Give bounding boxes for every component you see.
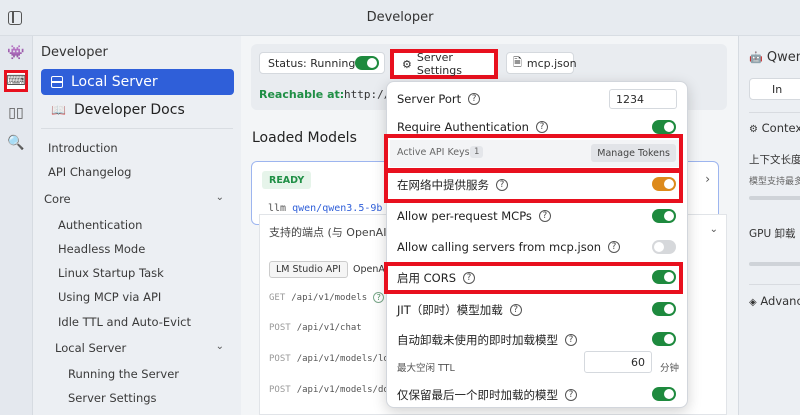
search-models-icon[interactable]: 🔍 [4,132,28,154]
section-label: Core [44,192,71,206]
docs-link-idle-ttl[interactable]: Idle TTL and Auto-Evict [58,315,191,329]
loaded-models-heading: Loaded Models [252,130,357,146]
model-prefix: llm [268,203,287,214]
model-identifier: llm qwen/qwen3.5-9b [268,203,382,214]
section-label: Local Server [55,341,127,355]
jit-loading-toggle[interactable] [652,302,676,316]
endpoint-row: GET/api/v1/models? [269,292,385,303]
model-info-tab[interactable]: In [749,78,800,100]
developer-sidebar: Developer Local Server 📖 Developer Docs … [33,36,241,415]
status-toggle-pill[interactable]: Status: Running [259,52,385,74]
calling-servers-row: Allow calling servers from mcp.json? [397,240,621,254]
highlight-cors [384,262,683,294]
chevron-right-icon[interactable]: › [705,172,710,186]
sidebar-item-local-server[interactable]: Local Server [41,69,234,95]
chat-robot-icon[interactable]: 👾 [4,42,28,64]
docs-section-local-server[interactable]: Local Server ⌄ [55,341,234,355]
model-name: qwen/qwen3.5-9b [292,203,383,214]
highlight-api-keys [384,134,683,172]
docs-link-using-mcp-via-api[interactable]: Using MCP via API [58,290,161,304]
divider [749,284,800,285]
docs-section-core[interactable]: Core ⌄ [44,192,234,206]
chevron-down-icon: ⌄ [215,341,224,352]
button-label: mcp.json [526,56,577,70]
chevron-down-icon: ⌄ [215,192,224,203]
title-bar: Developer [0,0,800,36]
layers-icon: ◈ [749,297,757,308]
auto-unload-row: 自动卸载未使用的即时加载模型? [397,332,577,348]
server-settings-popup: Server Port? 1234 Require Authentication… [384,81,688,408]
endpoints-heading: 支持的端点 (与 OpenAI 兼 [269,226,401,239]
context-heading[interactable]: ⚙ Context [749,121,800,135]
docs-link-introduction[interactable]: Introduction [48,141,118,155]
icon-rail: 👾 ⌨ ▯▯ 🔍 [0,36,33,415]
sidebar-item-label: Developer Docs [73,102,185,118]
highlight-serve-network [384,169,683,203]
endpoint-row: POST/api/v1/chat [269,323,362,333]
tab-lm-studio-api[interactable]: LM Studio API [269,261,348,278]
help-icon[interactable]: ? [608,241,621,253]
docs-link-running-the-server[interactable]: Running the Server [68,367,179,381]
help-icon[interactable]: ? [468,93,481,105]
server-port-row: Server Port? [397,92,481,106]
model-status-badge: READY [262,171,312,189]
window-title: Developer [366,10,434,25]
docs-link-api-changelog[interactable]: API Changelog [48,165,131,179]
models-icon[interactable]: ▯▯ [4,102,28,124]
help-icon[interactable]: ? [373,292,385,303]
require-auth-toggle[interactable] [652,120,676,134]
reachable-label: Reachable at: [259,88,345,101]
require-auth-row: Require Authentication? [397,120,548,134]
sidebar-item-label: Local Server [71,74,158,90]
server-icon [51,76,63,88]
gpu-offload-slider[interactable] [749,262,800,266]
model-info-panel: 🤖 Qwen In ⚙ Context 上下文长度 模型支持最多 GPU 卸载 … [738,36,800,415]
docs-link-headless-mode[interactable]: Headless Mode [58,242,145,256]
robot-icon: 🤖 [749,51,763,64]
help-icon[interactable]: ? [538,210,551,222]
help-icon[interactable]: ? [535,121,548,133]
sidebar-heading: Developer [41,45,108,60]
idle-ttl-input[interactable]: 60 [584,351,652,373]
context-length-note: 模型支持最多 [749,177,800,187]
advanced-heading[interactable]: ◈ Advanced [749,294,800,308]
auto-unload-toggle[interactable] [652,332,676,346]
per-request-mcps-toggle[interactable] [652,209,676,223]
mcp-json-button[interactable]: 🗎 mcp.json [506,52,577,74]
docs-link-authentication[interactable]: Authentication [58,218,142,232]
context-length-slider[interactable] [749,196,800,200]
per-request-mcps-row: Allow per-request MCPs? [397,209,551,223]
help-icon[interactable]: ? [509,304,522,316]
server-port-input[interactable]: 1234 [609,89,677,109]
help-icon[interactable]: ? [565,389,577,401]
docs-link-server-settings[interactable]: Server Settings [68,391,157,405]
docs-link-linux-startup-task[interactable]: Linux Startup Task [58,266,164,280]
gears-icon: ⚙ [402,57,412,71]
gear-icon: ⚙ [749,124,758,135]
book-icon: 📖 [51,103,66,117]
button-label: Server Settings [416,51,462,77]
idle-ttl-unit: 分钟 [660,363,680,374]
status-label: Status: Running [268,56,356,70]
chevron-down-icon[interactable]: ⌄ [710,224,718,235]
server-settings-button[interactable]: ⚙ Server Settings [390,49,498,79]
developer-terminal-icon[interactable]: ⌨ [4,70,28,92]
sidebar-divider [41,128,233,129]
endpoint-row: POST/api/v1/models/do [269,385,389,395]
model-panel-title: 🤖 Qwen [749,50,800,65]
jit-loading-row: JIT（即时）模型加载? [397,302,522,318]
server-status-toggle[interactable] [355,56,379,70]
file-icon: 🗎 [513,55,522,69]
keep-last-jit-toggle[interactable] [652,387,676,401]
divider [749,112,800,113]
calling-servers-toggle[interactable] [652,240,676,254]
sidebar-item-developer-docs[interactable]: 📖 Developer Docs [51,102,185,118]
gpu-offload-label: GPU 卸载 [749,228,796,240]
keep-last-jit-row: 仅保留最后一个即时加载的模型? [397,387,577,403]
help-icon[interactable]: ? [565,334,577,346]
context-length-label: 上下文长度 [749,154,800,166]
reachable-url[interactable]: http:// [344,88,390,101]
idle-ttl-label: 最大空闲 TTL [397,363,455,374]
endpoint-row: POST/api/v1/models/lo [269,354,389,364]
